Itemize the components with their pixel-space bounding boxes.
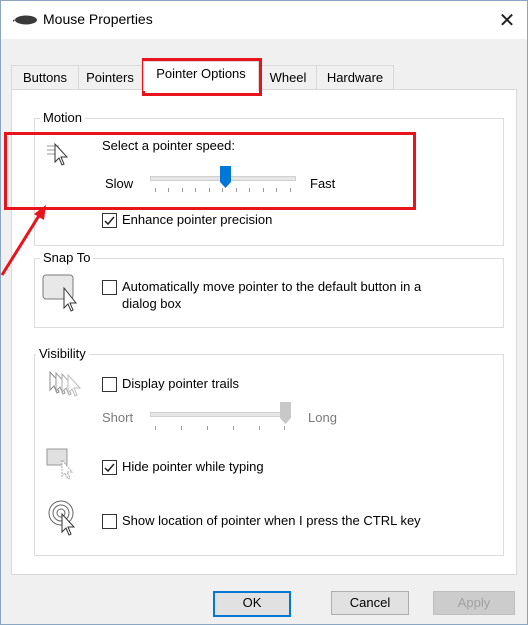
annotation-arrow (0, 205, 46, 276)
tab-hardware[interactable]: Hardware (316, 65, 394, 90)
checkmark-icon (104, 463, 115, 473)
pointer-trails-checkbox[interactable] (102, 377, 117, 392)
long-label: Long (308, 410, 337, 425)
cancel-button[interactable]: Cancel (331, 591, 409, 615)
mouse-properties-window: Mouse Properties ✕ Buttons Pointers Poin… (0, 0, 528, 625)
apply-button[interactable]: Apply (433, 591, 515, 615)
tab-label: Hardware (326, 70, 384, 85)
pointer-trails-slider[interactable] (150, 402, 296, 432)
pointer-trails-label: Display pointer trails (122, 376, 240, 391)
hide-pointer-checkbox[interactable] (102, 460, 117, 475)
pointer-trails-icon (49, 370, 82, 397)
tab-label: Buttons (22, 70, 68, 85)
pointer-location-icon (48, 500, 76, 536)
window-title: Mouse Properties (43, 11, 153, 27)
hide-pointer-icon (46, 448, 74, 480)
enhance-precision-checkbox[interactable] (102, 213, 117, 228)
close-button[interactable]: ✕ (487, 1, 527, 39)
ok-button[interactable]: OK (213, 591, 291, 617)
snap-to-label-line1: Automatically move pointer to the defaul… (122, 279, 422, 294)
short-label: Short (102, 410, 134, 425)
tab-label: Pointers (86, 70, 134, 85)
close-icon: ✕ (498, 9, 516, 32)
motion-group-label: Motion (40, 110, 86, 125)
checkmark-icon (104, 216, 115, 226)
slider-track (150, 412, 290, 417)
highlight-box-pointer-speed (4, 132, 416, 210)
pointer-location-checkbox[interactable] (102, 514, 117, 529)
hide-pointer-label: Hide pointer while typing (122, 459, 264, 474)
visibility-group-label: Visibility (36, 346, 89, 361)
mouse-icon (13, 15, 37, 25)
pointer-location-label: Show location of pointer when I press th… (122, 513, 421, 528)
snap-to-checkbox[interactable] (102, 280, 117, 295)
tab-label: Wheel (269, 70, 307, 85)
slider-thumb[interactable] (280, 402, 291, 424)
tab-pointers[interactable]: Pointers (78, 65, 142, 90)
enhance-precision-label: Enhance pointer precision (122, 212, 273, 227)
title-bar: Mouse Properties ✕ (1, 1, 527, 39)
tab-wheel[interactable]: Wheel (259, 65, 317, 90)
slider-ticks (155, 426, 285, 432)
snap-to-label-line2: dialog box (122, 296, 182, 311)
tab-buttons[interactable]: Buttons (11, 65, 79, 90)
tab-pointer-options[interactable]: Pointer Options (143, 61, 259, 91)
tab-label: Pointer Options (156, 66, 246, 81)
